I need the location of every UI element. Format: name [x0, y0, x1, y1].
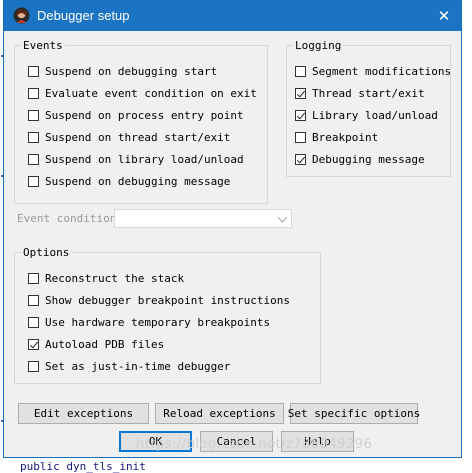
checkbox-label: Debugging message	[312, 152, 425, 166]
checkbox-label: Thread start/exit	[312, 86, 425, 100]
checkbox-label: Suspend on debugging start	[45, 64, 218, 78]
log-segment-modifications-checkbox[interactable]: Segment modifications	[295, 63, 451, 79]
log-thread-start-exit-checkbox[interactable]: Thread start/exit	[295, 85, 425, 101]
checkbox-label: Evaluate event condition on exit	[45, 86, 257, 100]
checkbox-box[interactable]	[28, 131, 39, 143]
event-condition-label: Event condition	[17, 212, 117, 225]
checkbox-label: Suspend on library load/unload	[45, 152, 244, 166]
chevron-down-icon[interactable]	[277, 212, 288, 223]
checkbox-box[interactable]	[295, 131, 306, 143]
autoload-pdb-files-checkbox[interactable]: Autoload PDB files	[28, 336, 164, 352]
checkbox-box[interactable]	[295, 87, 306, 99]
event-condition-combobox[interactable]	[114, 209, 292, 228]
checkbox-label: Use hardware temporary breakpoints	[45, 315, 271, 329]
close-icon[interactable]: ✕	[433, 5, 455, 27]
evaluate-event-condition-on-exit-checkbox[interactable]: Evaluate event condition on exit	[28, 85, 257, 101]
checkbox-box[interactable]	[28, 316, 39, 328]
log-breakpoint-checkbox[interactable]: Breakpoint	[295, 129, 378, 145]
checkbox-label: Suspend on thread start/exit	[45, 130, 231, 144]
just-in-time-debugger-checkbox[interactable]: Set as just-in-time debugger	[28, 358, 230, 374]
checkbox-box[interactable]	[28, 153, 39, 165]
log-library-load-unload-checkbox[interactable]: Library load/unload	[295, 107, 438, 123]
suspend-on-thread-start-exit-checkbox[interactable]: Suspend on thread start/exit	[28, 129, 230, 145]
edit-exceptions-button[interactable]: Edit exceptions	[18, 403, 149, 424]
suspend-on-process-entry-point-checkbox[interactable]: Suspend on process entry point	[28, 107, 244, 123]
checkbox-label: Autoload PDB files	[45, 337, 165, 351]
checkbox-box[interactable]	[295, 153, 306, 165]
log-debugging-message-checkbox[interactable]: Debugging message	[295, 151, 425, 167]
checkbox-label: Suspend on process entry point	[45, 108, 244, 122]
show-breakpoint-instructions-checkbox[interactable]: Show debugger breakpoint instructions	[28, 292, 290, 308]
checkbox-label: Suspend on debugging message	[45, 174, 231, 188]
checkbox-box[interactable]	[28, 87, 39, 99]
reconstruct-stack-checkbox[interactable]: Reconstruct the stack	[28, 270, 184, 286]
options-legend: Options	[23, 246, 70, 259]
checkbox-label: Breakpoint	[312, 130, 379, 144]
title-bar[interactable]: Debugger setup ✕	[4, 1, 461, 31]
checkbox-box[interactable]	[28, 294, 39, 306]
set-specific-options-button[interactable]: Set specific options	[288, 403, 420, 424]
margin-marker	[1, 420, 3, 422]
watermark-text: https://blog.csdn.net/z786849296	[136, 437, 373, 452]
ida-app-icon	[13, 7, 30, 24]
checkbox-box[interactable]	[28, 175, 39, 187]
checkbox-label: Reconstruct the stack	[45, 271, 185, 285]
checkbox-box[interactable]	[28, 272, 39, 284]
events-legend: Events	[23, 39, 63, 52]
background-code-line: public dyn_tls_init	[20, 460, 146, 473]
checkbox-label: Library load/unload	[312, 108, 438, 122]
suspend-on-debugging-message-checkbox[interactable]: Suspend on debugging message	[28, 173, 230, 189]
hardware-temporary-breakpoints-checkbox[interactable]: Use hardware temporary breakpoints	[28, 314, 270, 330]
checkbox-label: Set as just-in-time debugger	[45, 359, 231, 373]
suspend-on-debugging-start-checkbox[interactable]: Suspend on debugging start	[28, 63, 217, 79]
checkbox-box[interactable]	[295, 109, 306, 121]
checkbox-label: Show debugger breakpoint instructions	[45, 293, 291, 307]
checkbox-box[interactable]	[28, 360, 39, 372]
margin-marker	[1, 55, 3, 57]
checkbox-box[interactable]	[28, 338, 39, 350]
suspend-on-library-load-unload-checkbox[interactable]: Suspend on library load/unload	[28, 151, 244, 167]
checkbox-box[interactable]	[28, 65, 39, 77]
window-title: Debugger setup	[37, 8, 130, 23]
checkbox-box[interactable]	[295, 65, 306, 77]
reload-exceptions-button[interactable]: Reload exceptions	[155, 403, 284, 424]
debugger-setup-dialog: Debugger setup ✕ Events Suspend on debug…	[3, 0, 462, 458]
logging-legend: Logging	[295, 39, 342, 52]
checkbox-label: Segment modifications	[312, 64, 452, 78]
margin-marker	[1, 175, 3, 177]
checkbox-box[interactable]	[28, 109, 39, 121]
